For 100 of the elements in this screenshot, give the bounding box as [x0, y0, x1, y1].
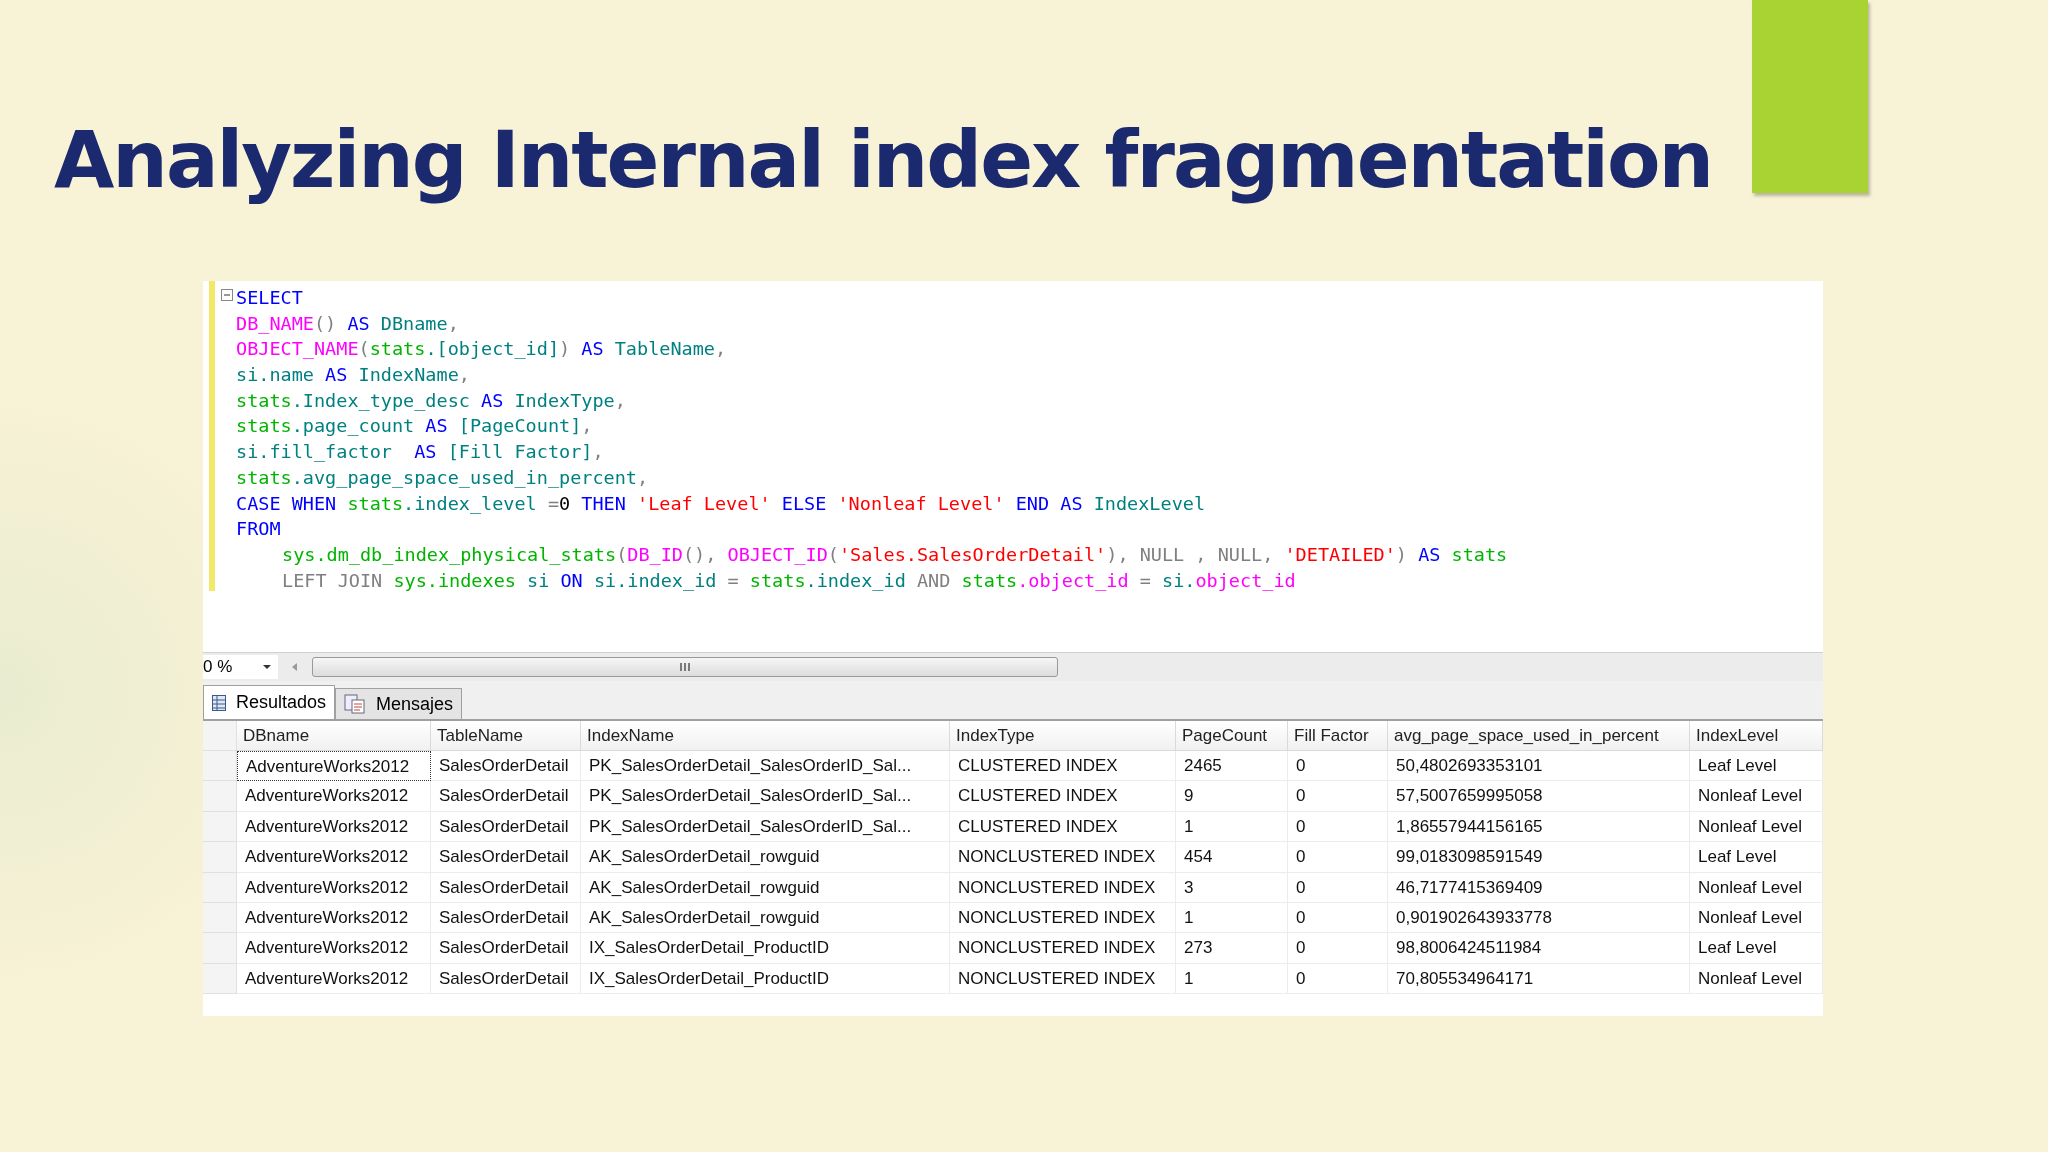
code-line: stats.Index_type_desc AS IndexType,	[236, 388, 627, 413]
table-cell: NONCLUSTERED INDEX	[950, 842, 1176, 873]
table-cell: NONCLUSTERED INDEX	[950, 902, 1176, 934]
table-cell: AK_SalesOrderDetail_rowguid	[581, 902, 950, 934]
table-cell: Nonleaf Level	[1690, 811, 1823, 843]
table-cell: IX_SalesOrderDetail_ProductID	[581, 963, 950, 995]
table-cell: 2465	[1176, 751, 1288, 782]
row-header[interactable]	[203, 811, 237, 843]
table-cell: CLUSTERED INDEX	[950, 811, 1176, 843]
caret-icon	[262, 664, 273, 670]
column-header[interactable]: PageCount	[1176, 721, 1288, 751]
code-line: FROM	[236, 517, 282, 542]
column-header[interactable]: Fill Factor	[1288, 721, 1388, 751]
table-cell: Leaf Level	[1690, 751, 1823, 782]
collapse-icon[interactable]	[221, 289, 233, 301]
code-line: OBJECT_NAME(stats.[object_id]) AS TableName,	[236, 337, 728, 362]
table-cell: 273	[1176, 933, 1288, 964]
table-cell: 98,8006424511984	[1388, 933, 1690, 964]
table-cell: 50,4802693353101	[1388, 751, 1690, 782]
code-line: sys.dm_db_index_physical_stats(DB_ID(), OBJECT_ID('Sales.SalesOrderDetail'), NULL , NULL, 'DETAILED') AS stats	[281, 542, 1508, 567]
table-cell: SalesOrderDetail	[431, 811, 581, 843]
table-cell: SalesOrderDetail	[431, 933, 581, 964]
table-cell: SalesOrderDetail	[431, 872, 581, 903]
table-cell: NONCLUSTERED INDEX	[950, 872, 1176, 903]
row-header[interactable]	[203, 872, 237, 903]
table-cell: 0	[1288, 872, 1388, 903]
table-cell: 0	[1288, 963, 1388, 995]
table-cell: 57,5007659995058	[1388, 781, 1690, 812]
results-tab[interactable]: Mensajes	[335, 688, 463, 719]
row-header[interactable]	[203, 781, 237, 812]
grid-icon	[212, 694, 226, 711]
code-line: CASE WHEN stats.index_level =0 THEN 'Leaf Level' ELSE 'Nonleaf Level' END AS IndexLevel	[236, 491, 1207, 516]
table-cell: SalesOrderDetail	[431, 751, 581, 782]
table-cell: AdventureWorks2012	[237, 842, 431, 873]
table-cell: AK_SalesOrderDetail_rowguid	[581, 842, 950, 873]
table-cell: AdventureWorks2012	[237, 902, 431, 934]
table-cell: SalesOrderDetail	[431, 963, 581, 995]
results-tab[interactable]: Resultados	[203, 685, 336, 719]
table-cell: 0	[1288, 933, 1388, 964]
column-header[interactable]: IndexLevel	[1690, 721, 1823, 751]
column-header[interactable]: avg_page_space_used_in_percent	[1388, 721, 1690, 751]
table-cell: IX_SalesOrderDetail_ProductID	[581, 933, 950, 964]
table-cell: NONCLUSTERED INDEX	[950, 933, 1176, 964]
code-line: LEFT JOIN sys.indexes si ON si.index_id = stats.index_id AND stats.object_id = si.object_id	[281, 568, 1297, 593]
code-line: stats.page_count AS [PageCount],	[236, 414, 594, 439]
table-cell: Leaf Level	[1690, 933, 1823, 964]
table-cell: CLUSTERED INDEX	[950, 751, 1176, 782]
table-cell: 1,86557944156165	[1388, 811, 1690, 843]
table-cell: Leaf Level	[1690, 842, 1823, 873]
table-cell: AdventureWorks2012	[237, 963, 431, 995]
table-cell: 0	[1288, 751, 1388, 782]
scrollbar-thumb[interactable]	[312, 657, 1059, 677]
table-cell: PK_SalesOrderDetail_SalesOrderID_Sal...	[581, 751, 950, 782]
row-header[interactable]	[203, 751, 237, 782]
table-cell: 9	[1176, 781, 1288, 812]
table-cell: AK_SalesOrderDetail_rowguid	[581, 872, 950, 903]
table-cell: PK_SalesOrderDetail_SalesOrderID_Sal...	[581, 781, 950, 812]
table-cell: SalesOrderDetail	[431, 902, 581, 934]
table-cell: Nonleaf Level	[1690, 872, 1823, 903]
table-cell: AdventureWorks2012	[237, 811, 431, 843]
table-cell: CLUSTERED INDEX	[950, 781, 1176, 812]
table-cell: 99,0183098591549	[1388, 842, 1690, 873]
table-cell: NONCLUSTERED INDEX	[950, 963, 1176, 995]
document-icon	[344, 694, 367, 714]
row-header[interactable]	[203, 933, 237, 964]
row-header[interactable]	[203, 902, 237, 934]
column-header[interactable]: TableName	[431, 721, 581, 751]
code-line: DB_NAME() AS DBname,	[236, 311, 460, 336]
table-cell: Nonleaf Level	[1690, 902, 1823, 934]
row-header[interactable]	[203, 963, 237, 995]
slide-title: Analyzing Internal index fragmentation	[54, 114, 1714, 207]
table-cell: 0	[1288, 811, 1388, 843]
column-header[interactable]: IndexType	[950, 721, 1176, 751]
table-cell: 454	[1176, 842, 1288, 873]
table-cell: Nonleaf Level	[1690, 781, 1823, 812]
table-cell: 0	[1288, 781, 1388, 812]
table-cell: SalesOrderDetail	[431, 842, 581, 873]
table-cell: 1	[1176, 811, 1288, 843]
table-cell: 0	[1288, 842, 1388, 873]
table-cell: 3	[1176, 872, 1288, 903]
table-cell: 0,901902643933778	[1388, 902, 1690, 934]
table-cell: SalesOrderDetail	[431, 781, 581, 812]
table-cell: AdventureWorks2012	[237, 872, 431, 903]
code-line: si.name AS IndexName,	[236, 363, 471, 388]
code-line: stats.avg_page_space_used_in_percent,	[236, 465, 650, 490]
table-cell: PK_SalesOrderDetail_SalesOrderID_Sal...	[581, 811, 950, 843]
column-header[interactable]: DBname	[237, 721, 431, 751]
table-cell: 1	[1176, 902, 1288, 934]
table-cell: AdventureWorks2012	[237, 933, 431, 964]
code-line: si.fill_factor AS [Fill Factor],	[236, 440, 605, 465]
table-cell: 70,805534964171	[1388, 963, 1690, 995]
row-header[interactable]	[203, 842, 237, 873]
zoom-dropdown[interactable]: 0 %	[203, 655, 279, 679]
table-cell: AdventureWorks2012	[237, 751, 431, 782]
table-cell: AdventureWorks2012	[237, 781, 431, 812]
column-header[interactable]: IndexName	[581, 721, 950, 751]
table-cell: 1	[1176, 963, 1288, 995]
table-cell: Nonleaf Level	[1690, 963, 1823, 995]
code-line: SELECT	[236, 286, 304, 310]
table-cell: 0	[1288, 902, 1388, 934]
